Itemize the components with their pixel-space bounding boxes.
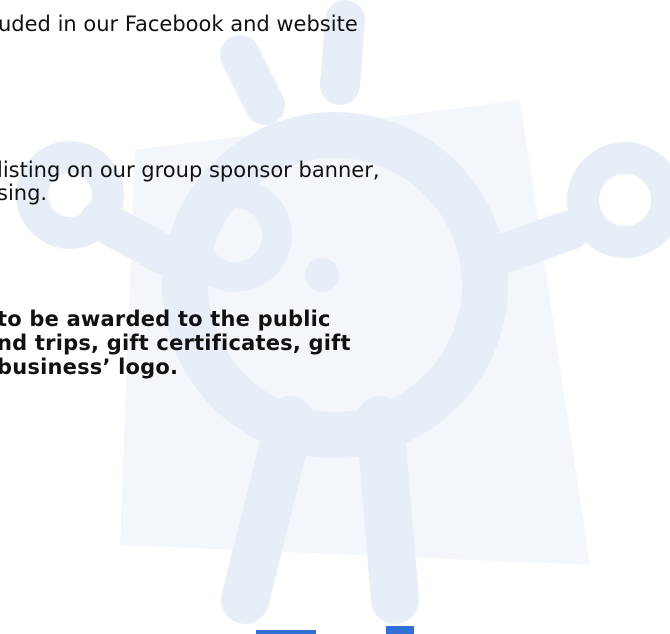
bold-text-line-2: nd trips, gift certificates, gift: [0, 331, 351, 355]
document-page: uded in our Facebook and website listing…: [0, 0, 670, 634]
bold-text-line-1: to be awarded to the public: [0, 307, 331, 331]
bold-text-line-3: business’ logo.: [0, 355, 179, 379]
body-text-line-3: sing.: [0, 181, 48, 205]
body-text-line-2: listing on our group sponsor banner,: [0, 158, 380, 182]
body-text-line-1: uded in our Facebook and website: [0, 12, 358, 36]
bottom-marks: [256, 626, 414, 634]
